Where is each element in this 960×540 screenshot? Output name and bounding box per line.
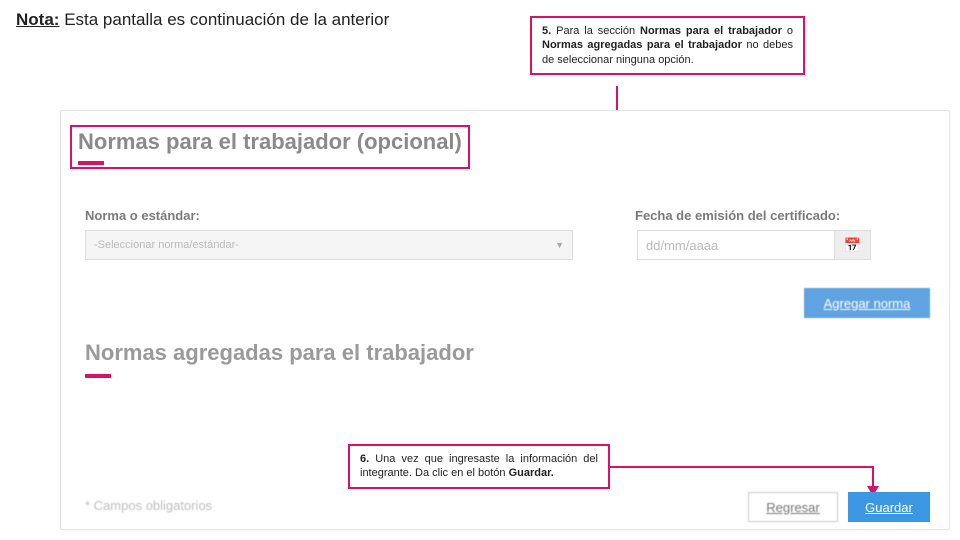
label-norma: Norma o estándar: [85, 208, 615, 223]
footer-buttons: Regresar Guardar [748, 492, 930, 522]
select-placeholder: -Seleccionar norma/estándar- [94, 239, 239, 251]
fecha-input[interactable]: dd/mm/aaaa [637, 230, 835, 260]
calendar-icon: 📅 [844, 237, 861, 254]
guardar-button[interactable]: Guardar [848, 492, 930, 522]
calendar-button[interactable]: 📅 [835, 230, 871, 260]
chevron-down-icon: ▼ [555, 240, 564, 250]
date-field-wrap: dd/mm/aaaa 📅 [637, 230, 871, 260]
agregar-norma-button[interactable]: Agregar norma [804, 288, 930, 318]
arrow-line [872, 466, 874, 488]
callout-step-5: 5. Para la sección Normas para el trabaj… [530, 16, 805, 75]
note-text: Esta pantalla es continuación de la ante… [64, 10, 389, 29]
required-note: * Campos obligatorios [85, 498, 212, 513]
title-underline [85, 374, 111, 378]
section-title-highlight: Normas para el trabajador (opcional) [70, 125, 470, 169]
section-title-agregadas: Normas agregadas para el trabajador [85, 340, 474, 366]
title-underline [78, 161, 104, 165]
norma-select[interactable]: -Seleccionar norma/estándar- ▼ [85, 230, 573, 260]
arrow-line [608, 466, 872, 468]
field-inputs-row: -Seleccionar norma/estándar- ▼ dd/mm/aaa… [85, 230, 940, 260]
note-label: Nota: [16, 10, 59, 29]
regresar-button[interactable]: Regresar [748, 492, 838, 522]
date-placeholder: dd/mm/aaaa [646, 238, 718, 253]
field-labels-row: Norma o estándar: Fecha de emisión del c… [85, 208, 940, 223]
callout-step-6: 6. Una vez que ingresaste la información… [348, 444, 610, 489]
note-heading: Nota: Esta pantalla es continuación de l… [16, 10, 389, 30]
section-title-normas: Normas para el trabajador (opcional) [78, 129, 462, 155]
label-fecha: Fecha de emisión del certificado: [635, 208, 840, 223]
